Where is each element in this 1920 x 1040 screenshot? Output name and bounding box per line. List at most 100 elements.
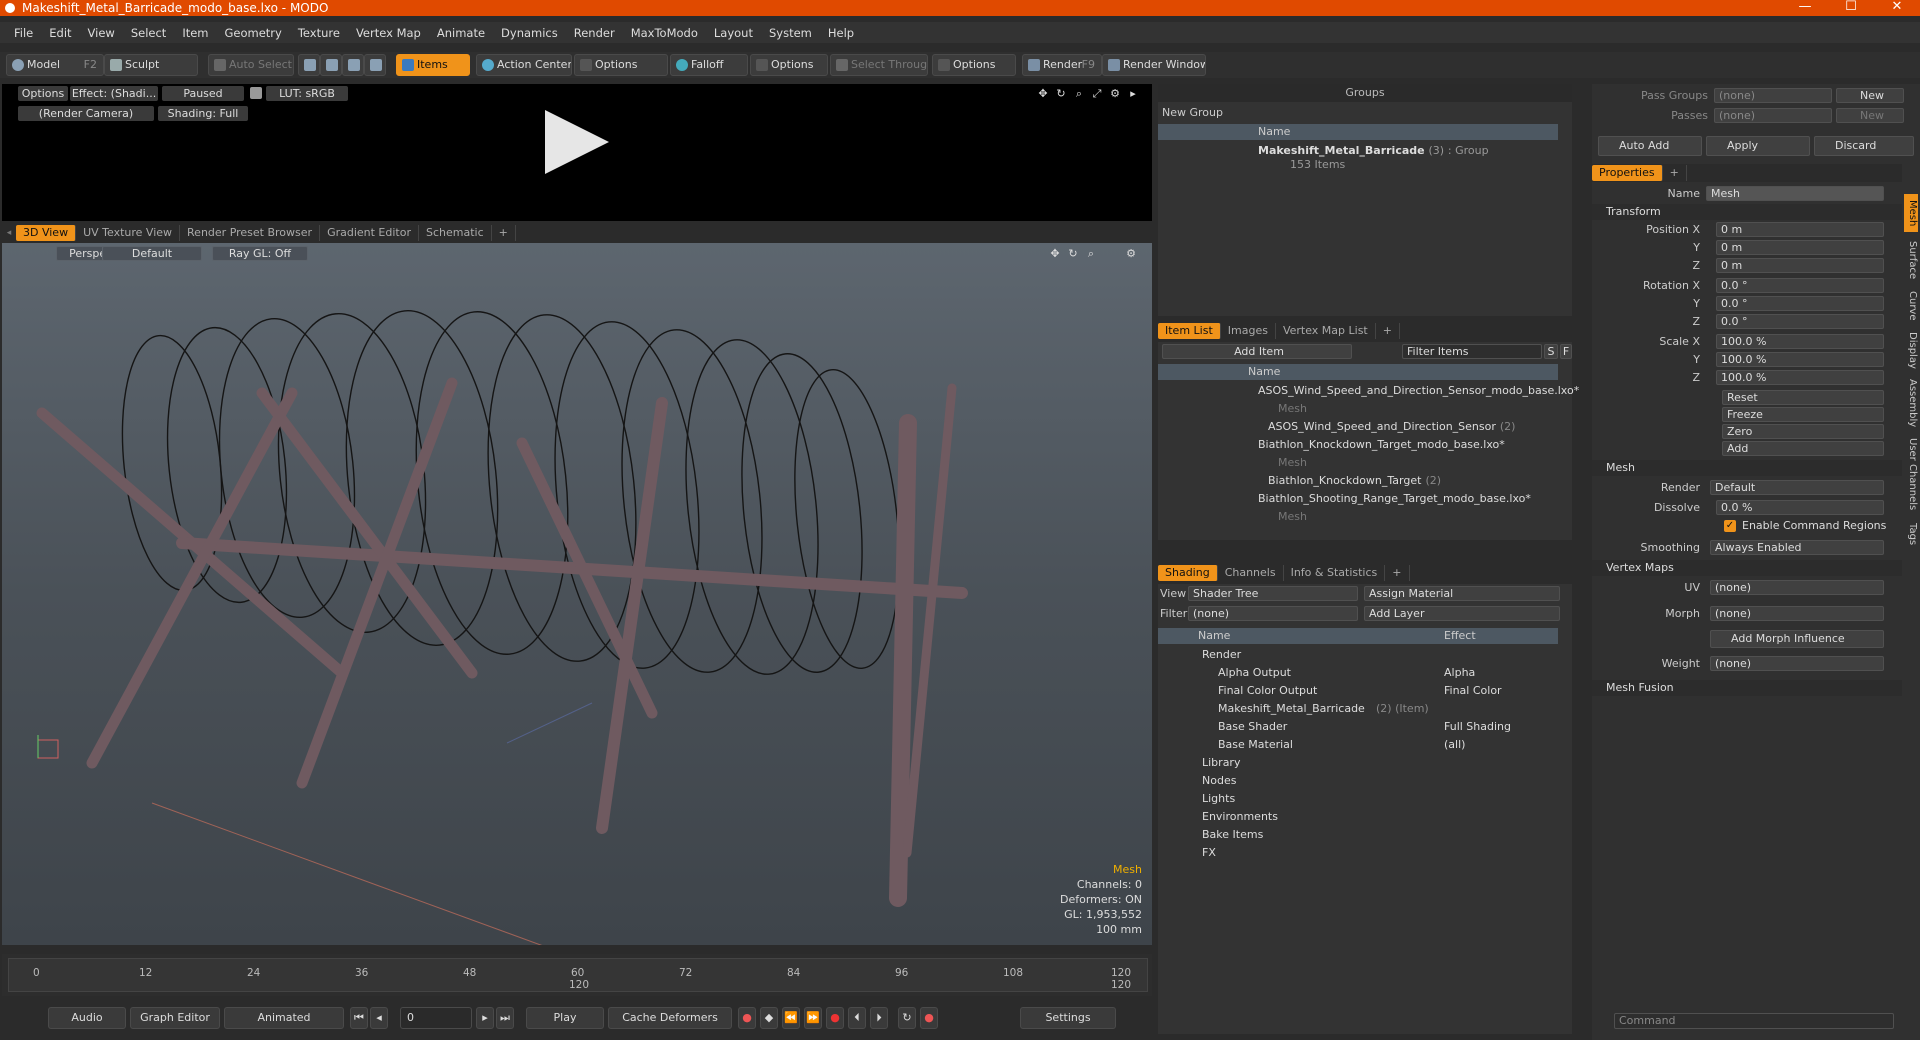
shader-layer-effect[interactable]: Final Color bbox=[1444, 682, 1502, 700]
shader-tree-row[interactable]: Base Material (all) bbox=[1158, 736, 1558, 754]
new-pass-button[interactable]: New bbox=[1836, 108, 1904, 123]
morph-dropdown[interactable]: (none) bbox=[1710, 606, 1884, 621]
rotate-icon[interactable]: ↻ bbox=[1054, 86, 1068, 101]
dissolve-field[interactable]: 0.0 % bbox=[1716, 500, 1884, 515]
shader-tree-row[interactable]: Base Shader Full Shading bbox=[1158, 718, 1558, 736]
filter-items-field[interactable]: Filter Items bbox=[1402, 344, 1542, 359]
next-key-button[interactable]: ▸ bbox=[476, 1007, 494, 1029]
auto-add-button[interactable]: Auto Add bbox=[1598, 136, 1702, 156]
menu-select[interactable]: Select bbox=[123, 26, 174, 40]
render-dropdown[interactable]: Default bbox=[1710, 480, 1884, 495]
menu-render[interactable]: Render bbox=[566, 26, 623, 40]
menu-texture[interactable]: Texture bbox=[290, 26, 348, 40]
command-input[interactable]: Command bbox=[1614, 1013, 1894, 1029]
maximize-button[interactable]: ☐ bbox=[1828, 0, 1874, 16]
shader-tree-row[interactable]: Environments bbox=[1158, 808, 1558, 826]
item-list-row[interactable]: ASOS_Wind_Speed_and_Direction_Sensor_mod… bbox=[1158, 382, 1579, 400]
go-end-button[interactable]: ⏭ bbox=[496, 1007, 514, 1029]
model-mode-button[interactable]: Model F2 bbox=[6, 54, 104, 76]
pass-groups-dropdown[interactable]: (none) bbox=[1714, 88, 1832, 103]
3d-viewport[interactable]: Perspective Default Ray GL: Off ✥ ↻ ⌕ ⚙ bbox=[2, 243, 1152, 945]
item-list-row[interactable]: Mesh bbox=[1158, 508, 1558, 526]
side-tab-surface[interactable]: Surface bbox=[1904, 236, 1918, 284]
shader-layer-effect[interactable]: Alpha bbox=[1444, 664, 1475, 682]
timeline-ruler[interactable]: 0 12 24 36 48 60 72 84 96 108 120 120 12… bbox=[8, 958, 1148, 992]
effect-dropdown[interactable]: Effect: (Shadi... bbox=[70, 86, 158, 101]
maximize-view-icon[interactable]: ⤢ bbox=[1090, 86, 1104, 101]
enable-command-regions-checkbox[interactable]: ✓ bbox=[1724, 520, 1736, 532]
side-tab-assembly[interactable]: Assembly bbox=[1904, 376, 1918, 430]
item-list-row[interactable]: Biathlon_Knockdown_Target_modo_base.lxo* bbox=[1158, 436, 1558, 454]
menu-dynamics[interactable]: Dynamics bbox=[493, 26, 566, 40]
shader-tree-row[interactable]: Nodes bbox=[1158, 772, 1558, 790]
shading-dropdown[interactable]: Shading: Full bbox=[158, 106, 248, 121]
lut-dropdown[interactable]: LUT: sRGB bbox=[266, 86, 348, 101]
new-pass-group-button[interactable]: New bbox=[1836, 88, 1904, 103]
shader-tree-row[interactable]: Render bbox=[1158, 646, 1558, 664]
rotation-x-field[interactable]: 0.0 ° bbox=[1716, 278, 1884, 293]
graph-editor-button[interactable]: Graph Editor bbox=[130, 1007, 220, 1029]
play-button[interactable]: Play bbox=[526, 1007, 604, 1029]
smoothing-dropdown[interactable]: Always Enabled bbox=[1710, 540, 1884, 555]
settings-button[interactable]: Settings bbox=[1020, 1007, 1116, 1029]
shader-tree-row[interactable]: Library bbox=[1158, 754, 1558, 772]
shader-layer-effect[interactable]: (all) bbox=[1444, 736, 1465, 754]
tab-item-list[interactable]: Item List bbox=[1158, 323, 1221, 339]
shader-tree-row[interactable]: FX bbox=[1158, 844, 1558, 862]
add-layer-dropdown[interactable]: Add Layer bbox=[1364, 606, 1560, 621]
item-list-row[interactable]: ASOS_Wind_Speed_and_Direction_Sensor (2) bbox=[1158, 418, 1558, 436]
select-edges-button[interactable] bbox=[320, 54, 342, 76]
side-tab-mesh[interactable]: Mesh bbox=[1904, 194, 1918, 232]
prev-key-button[interactable]: ◂ bbox=[370, 1007, 388, 1029]
side-tab-user-channels[interactable]: User Channels bbox=[1904, 434, 1918, 514]
fast-forward-icon[interactable]: ⏩ bbox=[804, 1007, 822, 1029]
mesh-fusion-section[interactable]: Mesh Fusion bbox=[1592, 680, 1902, 696]
menu-edit[interactable]: Edit bbox=[41, 26, 79, 40]
side-tab-tags[interactable]: Tags bbox=[1904, 518, 1918, 550]
menu-item[interactable]: Item bbox=[174, 26, 216, 40]
menu-maxtomodo[interactable]: MaxToModo bbox=[623, 26, 706, 40]
select-through-options-button[interactable]: Options bbox=[932, 54, 1016, 76]
item-list-row[interactable]: Mesh bbox=[1158, 454, 1558, 472]
view-dropdown[interactable]: Shader Tree bbox=[1188, 586, 1358, 601]
tab-uv-texture-view[interactable]: UV Texture View bbox=[76, 225, 181, 241]
cache-deformers-button[interactable]: Cache Deformers bbox=[608, 1007, 732, 1029]
tab-schematic[interactable]: Schematic bbox=[419, 225, 492, 241]
scale-x-field[interactable]: 100.0 % bbox=[1716, 334, 1884, 349]
zoom-icon[interactable]: ⌕ bbox=[1072, 86, 1086, 101]
filter-dropdown[interactable]: (none) bbox=[1188, 606, 1358, 621]
preview-options-button[interactable]: Options bbox=[18, 86, 68, 101]
tab-images[interactable]: Images bbox=[1221, 323, 1276, 339]
select-through-button[interactable]: Select Through bbox=[830, 54, 928, 76]
paused-button[interactable]: Paused bbox=[162, 86, 244, 101]
action-center-options-button[interactable]: Options bbox=[574, 54, 668, 76]
weight-dropdown[interactable]: (none) bbox=[1710, 656, 1884, 671]
tab-info-statistics[interactable]: Info & Statistics bbox=[1284, 565, 1386, 581]
passes-dropdown[interactable]: (none) bbox=[1714, 108, 1832, 123]
f-toggle[interactable]: F bbox=[1560, 344, 1572, 359]
rewind-icon[interactable]: ⏪ bbox=[782, 1007, 800, 1029]
tab-properties[interactable]: Properties bbox=[1592, 165, 1663, 181]
position-x-field[interactable]: 0 m bbox=[1716, 222, 1884, 237]
menu-file[interactable]: File bbox=[6, 26, 41, 40]
menu-animate[interactable]: Animate bbox=[429, 26, 493, 40]
zero-dropdown[interactable]: Zero bbox=[1722, 424, 1884, 439]
freeze-dropdown[interactable]: Freeze bbox=[1722, 407, 1884, 422]
scale-y-field[interactable]: 100.0 % bbox=[1716, 352, 1884, 367]
add-tab-button[interactable]: + bbox=[1376, 323, 1400, 339]
item-name-field[interactable]: Mesh bbox=[1706, 186, 1884, 201]
side-tab-display[interactable]: Display bbox=[1904, 328, 1918, 372]
new-group-button[interactable]: New Group bbox=[1162, 104, 1572, 122]
discard-button[interactable]: Discard bbox=[1814, 136, 1914, 156]
render-button[interactable]: Render F9 bbox=[1022, 54, 1102, 76]
move-icon[interactable]: ✥ bbox=[1036, 86, 1050, 101]
s-toggle[interactable]: S bbox=[1544, 344, 1558, 359]
scale-z-field[interactable]: 100.0 % bbox=[1716, 370, 1884, 385]
close-button[interactable]: ✕ bbox=[1874, 0, 1920, 16]
current-frame-field[interactable]: 0 bbox=[400, 1007, 472, 1029]
action-center-button[interactable]: Action Center bbox=[476, 54, 572, 76]
select-materials-button[interactable] bbox=[364, 54, 386, 76]
add-tab-button[interactable]: + bbox=[1385, 565, 1410, 581]
tab-3d-view[interactable]: 3D View bbox=[16, 225, 77, 241]
shader-tree-row[interactable]: Bake Items bbox=[1158, 826, 1558, 844]
